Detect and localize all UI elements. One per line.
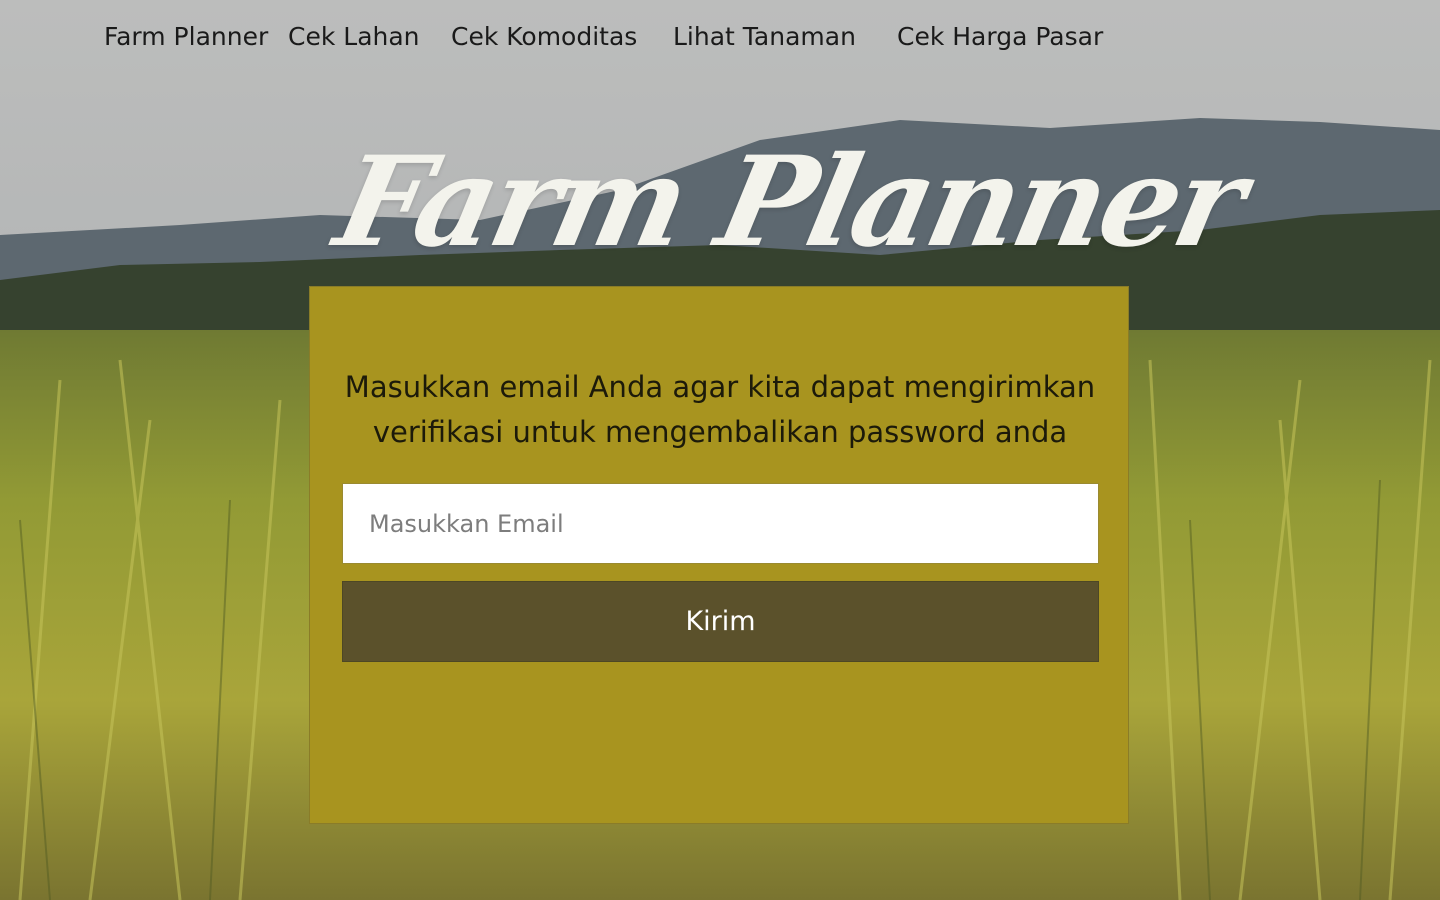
nav-item-cek-komoditas[interactable]: Cek Komoditas [451, 22, 637, 51]
reset-password-panel: Masukkan email Anda agar kita dapat meng… [309, 286, 1129, 824]
email-input[interactable] [342, 483, 1099, 564]
nav-brand-link[interactable]: Farm Planner [104, 22, 268, 51]
kirim-button[interactable]: Kirim [342, 581, 1099, 662]
instruction-text: Masukkan email Anda agar kita dapat meng… [344, 370, 1096, 449]
nav-item-cek-harga-pasar[interactable]: Cek Harga Pasar [897, 22, 1103, 51]
nav-item-lihat-tanaman[interactable]: Lihat Tanaman [673, 22, 856, 51]
top-navigation: Farm Planner Cek Lahan Cek Komoditas Lih… [0, 0, 1440, 76]
hero-title: Farm Planner [324, 130, 1255, 275]
nav-item-cek-lahan[interactable]: Cek Lahan [288, 22, 420, 51]
